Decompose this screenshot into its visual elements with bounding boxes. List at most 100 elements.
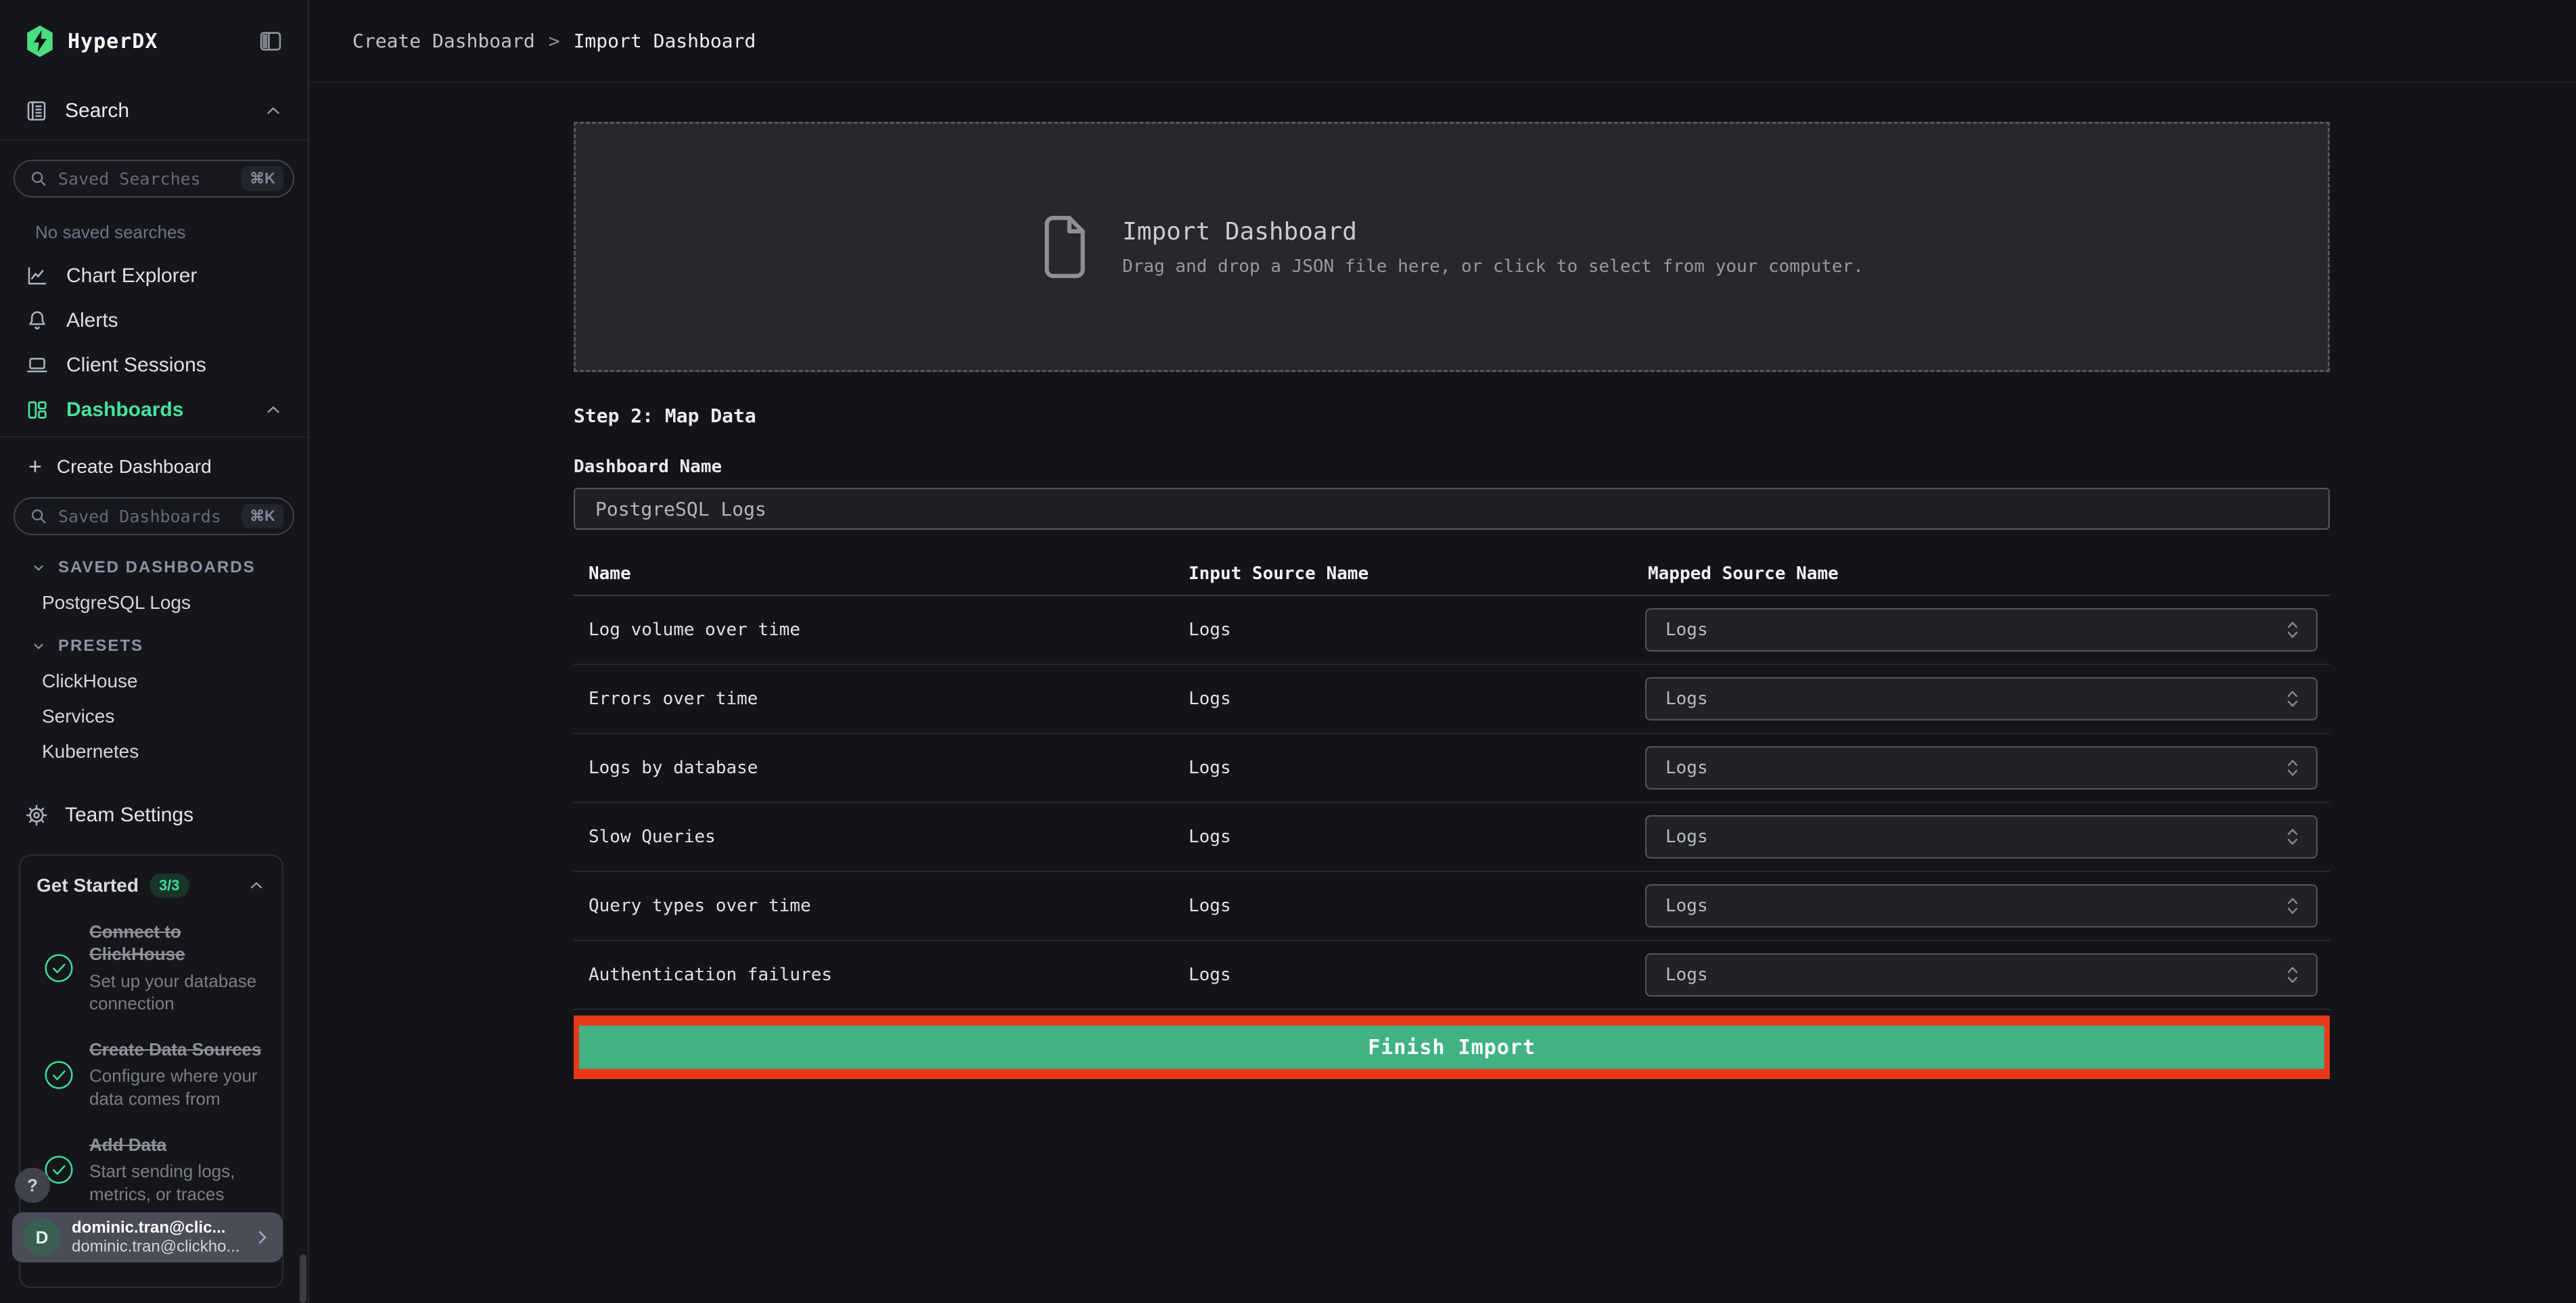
mapped-source-select[interactable]: Logs [1645,608,2318,652]
breadcrumb: Create Dashboard > Import Dashboard [309,0,2576,83]
no-saved-searches-text: No saved searches [35,222,186,242]
saved-searches-field[interactable] [58,168,242,189]
get-started-item[interactable]: Create Data Sources Configure where your… [37,1038,266,1111]
user-name: dominic.tran@clic... [72,1218,226,1237]
breadcrumb-parent[interactable]: Create Dashboard [352,30,535,52]
sidebar-preset-services[interactable]: Services [42,706,308,727]
row-name: Log volume over time [589,620,801,640]
get-started-header[interactable]: Get Started 3/3 [37,873,266,898]
check-circle-icon [43,953,74,984]
column-header-input-source: Input Source Name [1189,564,1369,584]
chevron-up-icon [247,876,266,895]
create-dashboard-button[interactable]: + Create Dashboard [0,455,308,478]
sidebar-item-team-settings[interactable]: Team Settings [0,802,308,829]
mapped-source-select[interactable]: Logs [1645,677,2318,721]
sidebar-nav: Chart Explorer Alerts Client Sessions Da… [0,254,308,438]
help-button[interactable]: ? [15,1168,50,1203]
divider [0,436,308,438]
row-mapped-cell: Logs [1645,677,2330,721]
check-circle-icon [43,1059,74,1091]
saved-dashboards-field[interactable] [58,506,242,526]
dropzone-description: Drag and drop a JSON file here, or click… [1122,256,1864,277]
sidebar-dashboard-postgresql-logs[interactable]: PostgreSQL Logs [42,592,308,614]
row-mapped-cell: Logs [1645,608,2330,652]
dashboard-name-input[interactable] [574,488,2330,530]
avatar: D [23,1218,61,1256]
row-name: Slow Queries [589,827,716,847]
user-profile-chip[interactable]: D dominic.tran@clic... dominic.tran@clic… [12,1212,283,1262]
sidebar-section-search[interactable]: Search [0,83,308,141]
dashboard-name-label: Dashboard Name [574,457,722,477]
sidebar-preset-clickhouse[interactable]: ClickHouse [42,670,308,692]
row-input-source: Logs [1189,827,1231,847]
sidebar-item-alerts[interactable]: Alerts [0,298,308,343]
select-value: Logs [1665,689,1708,709]
row-name: Logs by database [589,758,758,778]
sidebar-item-client-sessions[interactable]: Client Sessions [0,343,308,388]
sidebar-item-chart-explorer[interactable]: Chart Explorer [0,254,308,298]
shortcut-badge: ⌘K [242,166,283,191]
select-value: Logs [1665,896,1708,916]
saved-dashboards-input[interactable]: ⌘K [14,497,294,535]
saved-dashboards-header[interactable]: SAVED DASHBOARDS [30,558,308,577]
get-started-item-text: Create Data Sources Configure where your… [89,1038,264,1111]
get-started-item[interactable]: Add Data Start sending logs, metrics, or… [37,1134,266,1206]
get-started-item[interactable]: Connect to ClickHouse Set up your databa… [37,921,266,1015]
row-input-source: Logs [1189,758,1231,778]
saved-searches-input[interactable]: ⌘K [14,160,294,198]
search-section-label: Search [65,99,130,122]
table-row: Slow Queries Logs Logs [574,803,2330,872]
get-started-item-title: Connect to ClickHouse [89,921,185,965]
brand-title: HyperDX [68,29,158,53]
select-value: Logs [1665,758,1708,778]
mapped-source-select[interactable]: Logs [1645,746,2318,790]
select-chevrons-icon [2284,757,2301,779]
get-started-item-description: Start sending logs, metrics, or traces [89,1161,235,1205]
table-row: Query types over time Logs Logs [574,872,2330,941]
select-value: Logs [1665,620,1708,640]
mapping-table: Name Input Source Name Mapped Source Nam… [574,553,2330,1010]
row-mapped-cell: Logs [1645,815,2330,859]
collapse-sidebar-icon[interactable] [258,28,283,54]
mapped-source-select[interactable]: Logs [1645,953,2318,997]
chevron-right-icon [252,1227,272,1248]
select-chevrons-icon [2284,619,2301,641]
row-mapped-cell: Logs [1645,953,2330,997]
get-started-item-title: Create Data Sources [89,1039,262,1060]
row-name: Query types over time [589,896,811,916]
app-window: HyperDX Search Saved Searches ⌘K No save… [0,0,2576,1303]
select-chevrons-icon [2284,895,2301,917]
file-icon [1040,214,1090,279]
plus-icon: + [28,454,42,480]
sidebar-preset-kubernetes[interactable]: Kubernetes [42,741,308,762]
chevron-up-icon [263,101,283,121]
presets-header[interactable]: PRESETS [30,637,308,656]
get-started-item-text: Add Data Start sending logs, metrics, or… [89,1134,264,1206]
user-email: dominic.tran@clickho... [72,1237,240,1256]
shortcut-badge: ⌘K [242,504,283,528]
sidebar: HyperDX Search Saved Searches ⌘K No save… [0,0,309,1303]
chevron-down-icon [30,559,47,576]
select-value: Logs [1665,827,1708,847]
finish-import-button[interactable]: Finish Import [579,1026,2324,1069]
search-icon [28,506,49,526]
dropzone-text: Import Dashboard Drag and drop a JSON fi… [1122,218,1864,277]
get-started-progress-badge: 3/3 [149,873,189,898]
row-input-source: Logs [1189,896,1231,916]
laptop-icon [24,353,50,378]
column-header-name: Name [589,564,631,584]
mapped-source-select[interactable]: Logs [1645,815,2318,859]
select-chevrons-icon [2284,964,2301,986]
chart-line-icon [24,264,50,288]
saved-dashboards-header-label: SAVED DASHBOARDS [58,558,256,576]
get-started-title: Get Started [37,875,139,896]
hyperdx-logo-icon [24,24,55,58]
mapped-source-select[interactable]: Logs [1645,884,2318,928]
get-started-item-text: Connect to ClickHouse Set up your databa… [89,921,264,1015]
file-dropzone[interactable]: Import Dashboard Drag and drop a JSON fi… [574,122,2330,372]
row-input-source: Logs [1189,689,1231,709]
sidebar-item-dashboards[interactable]: Dashboards [0,388,308,432]
row-name: Authentication failures [589,965,833,985]
sidebar-scrollbar-thumb[interactable] [300,1254,306,1303]
row-mapped-cell: Logs [1645,884,2330,928]
